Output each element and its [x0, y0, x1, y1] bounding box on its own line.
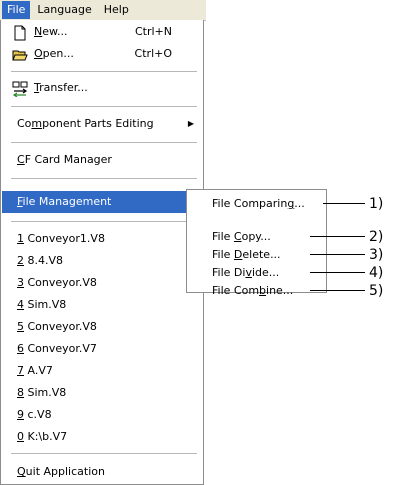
callout-line [310, 254, 365, 255]
recent-file-item[interactable]: 2 8.4.V8 [2, 250, 202, 272]
recent-file-item[interactable]: 9 c.V8 [2, 404, 202, 426]
callout-label: 1) [369, 196, 384, 212]
menu-bar: File Language Help [0, 0, 206, 21]
submenu-arrow-icon: ▶ [187, 119, 194, 128]
recent-file-item[interactable]: 3 Conveyor.V8 [2, 272, 202, 294]
separator [11, 221, 197, 222]
file-management-submenu: File Comparing... File Copy... File Dele… [186, 189, 327, 297]
menu-item-component-parts-editing[interactable]: Component Parts Editing ▶ [2, 113, 202, 135]
transfer-icon [12, 81, 28, 97]
new-document-icon [14, 25, 26, 41]
menu-item-transfer[interactable]: Transfer... [2, 77, 202, 99]
submenu-item-file-divide[interactable]: File Divide... [212, 264, 279, 282]
recent-file-item[interactable]: 4 Sim.V8 [2, 294, 202, 316]
menu-item-new[interactable]: New... Ctrl+N [2, 21, 202, 43]
separator [11, 142, 197, 143]
separator [11, 106, 197, 107]
recent-file-item[interactable]: 0 K:\b.V7 [2, 426, 202, 448]
callout-label: 5) [369, 283, 384, 299]
recent-file-item[interactable]: 5 Conveyor.V8 [2, 316, 202, 338]
menu-item-file-management[interactable]: File Management ▶ [2, 191, 202, 213]
submenu-item-file-comparing[interactable]: File Comparing... [212, 195, 305, 213]
submenu-item-file-delete[interactable]: File Delete... [212, 246, 281, 264]
callout-line [310, 290, 365, 291]
menu-file[interactable]: File [2, 1, 31, 19]
menu-item-open[interactable]: Open... Ctrl+O [2, 43, 202, 65]
menu-item-cf-card-manager[interactable]: CF Card Manager [2, 149, 202, 171]
submenu-item-file-combine[interactable]: File Combine... [212, 282, 293, 300]
menu-language[interactable]: Language [32, 1, 96, 19]
callout-line [310, 272, 365, 273]
shortcut-open: Ctrl+O [134, 47, 172, 60]
separator [11, 71, 197, 72]
callout-label: 3) [369, 247, 384, 263]
callout-label: 2) [369, 229, 384, 245]
shortcut-new: Ctrl+N [134, 25, 172, 38]
file-menu: New... Ctrl+N Open... Ctrl+O Transfer...… [0, 20, 204, 485]
callout-label: 4) [369, 265, 384, 281]
open-folder-icon [12, 50, 28, 61]
callout-line [323, 203, 365, 204]
recent-file-item[interactable]: 6 Conveyor.V7 [2, 338, 202, 360]
recent-file-item[interactable]: 1 Conveyor1.V8 [2, 228, 202, 250]
recent-file-item[interactable]: 8 Sim.V8 [2, 382, 202, 404]
menu-item-quit-application[interactable]: Quit Application [2, 461, 202, 483]
separator [11, 453, 197, 454]
submenu-item-file-copy[interactable]: File Copy... [212, 228, 271, 246]
separator [11, 178, 197, 179]
recent-file-item[interactable]: 7 A.V7 [2, 360, 202, 382]
menu-help[interactable]: Help [99, 1, 134, 19]
callout-line [310, 236, 365, 237]
